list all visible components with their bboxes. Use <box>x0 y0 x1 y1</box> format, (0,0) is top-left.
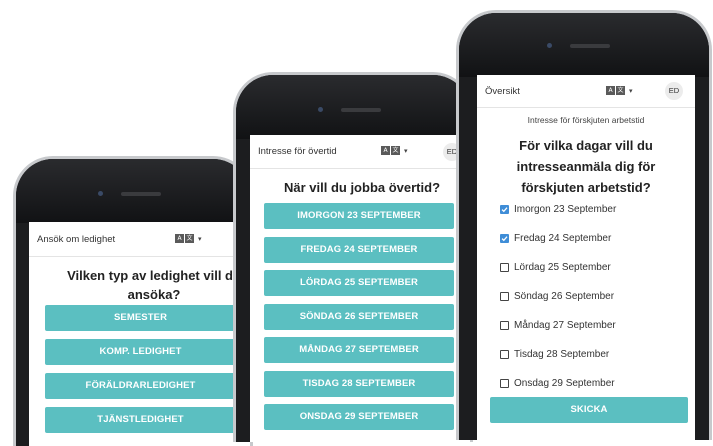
option-button[interactable]: LÖRDAG 25 SEPTEMBER <box>264 270 454 296</box>
translate-icon: A <box>175 234 184 243</box>
app-bar: Intresse för övertid A 文 ▾ ED <box>250 135 470 169</box>
day-label: Söndag 26 September <box>514 291 615 302</box>
language-selector[interactable]: A 文 ▾ <box>381 146 408 155</box>
avatar[interactable]: ED <box>665 82 683 100</box>
option-button[interactable]: SEMESTER <box>45 305 236 331</box>
phone-bezel <box>236 75 470 139</box>
form-subtitle: Intresse för förskjuten arbetstid <box>527 115 645 125</box>
phone-screen: Översikt A 文 ▾ ED Intresse för förskjute… <box>477 75 695 440</box>
translate-icon: 文 <box>185 234 194 243</box>
phone-right: Översikt A 文 ▾ ED Intresse för förskjute… <box>456 10 712 440</box>
day-checkbox-row[interactable]: Onsdag 29 September <box>500 378 615 389</box>
option-button[interactable]: TISDAG 28 SEPTEMBER <box>264 370 454 397</box>
day-label: Onsdag 29 September <box>514 378 615 389</box>
day-label: Tisdag 28 September <box>514 349 610 360</box>
front-camera <box>318 107 323 112</box>
day-checkbox-row[interactable]: Lördag 25 September <box>500 262 611 273</box>
app-bar-title: Intresse för övertid <box>258 146 337 157</box>
option-button[interactable]: ONSDAG 29 SEPTEMBER <box>264 404 454 430</box>
translate-icon: 文 <box>616 86 625 95</box>
translate-icon: A <box>606 86 615 95</box>
app-bar: Översikt A 文 ▾ ED <box>477 75 695 108</box>
question-heading: För vilka dagar vill du intresseanmäla d… <box>516 138 656 195</box>
option-button[interactable]: KOMP. LEDIGHET <box>45 339 236 365</box>
phone-screen: Intresse för övertid A 文 ▾ ED När vill d… <box>250 135 470 442</box>
question-heading: Vilken typ av ledighet vill du ansöka? <box>67 268 241 302</box>
option-button[interactable]: SÖNDAG 26 SEPTEMBER <box>264 303 454 330</box>
chevron-down-icon: ▾ <box>629 86 633 95</box>
front-camera <box>547 43 552 48</box>
checkmark-icon <box>501 207 508 213</box>
option-button[interactable]: MÅNDAG 27 SEPTEMBER <box>264 337 454 363</box>
checkbox-unchecked[interactable] <box>500 292 509 301</box>
chevron-down-icon: ▾ <box>198 234 202 243</box>
checkbox-unchecked[interactable] <box>500 263 509 272</box>
checkbox-checked[interactable] <box>500 234 509 243</box>
language-selector[interactable]: A 文 ▾ <box>606 86 633 95</box>
option-button[interactable]: FÖRÄLDRARLEDIGHET <box>45 373 236 399</box>
chevron-down-icon: ▾ <box>404 146 408 155</box>
day-checkbox-row[interactable]: Fredag 24 September <box>500 233 611 244</box>
app-bar: Ansök om ledighet A 文 ▾ ED <box>29 222 250 257</box>
submit-button[interactable]: SKICKA <box>490 397 688 423</box>
question-heading: När vill du jobba övertid? <box>283 180 441 195</box>
checkbox-checked[interactable] <box>500 205 509 214</box>
option-button[interactable]: FREDAG 24 SEPTEMBER <box>264 236 454 263</box>
phone-middle: Intresse för övertid A 文 ▾ ED När vill d… <box>233 72 473 442</box>
day-checkbox-row[interactable]: Tisdag 28 September <box>500 349 609 360</box>
option-button[interactable]: TJÄNSTLEDIGHET <box>45 407 236 433</box>
speaker-grille <box>570 44 610 48</box>
phone-bezel <box>16 159 250 223</box>
speaker-grille <box>121 192 161 196</box>
day-checkbox-row[interactable]: Imorgon 23 September <box>500 204 616 215</box>
checkbox-unchecked[interactable] <box>500 321 509 330</box>
checkbox-unchecked[interactable] <box>500 379 509 388</box>
language-selector[interactable]: A 文 ▾ <box>175 234 202 243</box>
day-label: Måndag 27 September <box>514 320 616 331</box>
day-label: Lördag 25 September <box>514 262 611 273</box>
translate-icon: 文 <box>391 146 400 155</box>
day-label: Imorgon 23 September <box>514 204 617 215</box>
phone-screen: Ansök om ledighet A 文 ▾ ED Vilken typ av… <box>29 222 250 446</box>
day-checkbox-row[interactable]: Söndag 26 September <box>500 291 614 302</box>
day-label: Fredag 24 September <box>514 233 612 244</box>
app-bar-title: Översikt <box>485 85 520 97</box>
checkmark-icon <box>501 236 508 242</box>
option-button[interactable]: IMORGON 23 SEPTEMBER <box>264 203 454 229</box>
phone-left: Ansök om ledighet A 文 ▾ ED Vilken typ av… <box>13 156 253 446</box>
checkbox-unchecked[interactable] <box>500 350 509 359</box>
day-checkbox-row[interactable]: Måndag 27 September <box>500 320 616 331</box>
app-bar-title: Ansök om ledighet <box>37 233 116 245</box>
speaker-grille <box>341 108 381 112</box>
front-camera <box>98 191 103 196</box>
translate-icon: A <box>381 146 390 155</box>
